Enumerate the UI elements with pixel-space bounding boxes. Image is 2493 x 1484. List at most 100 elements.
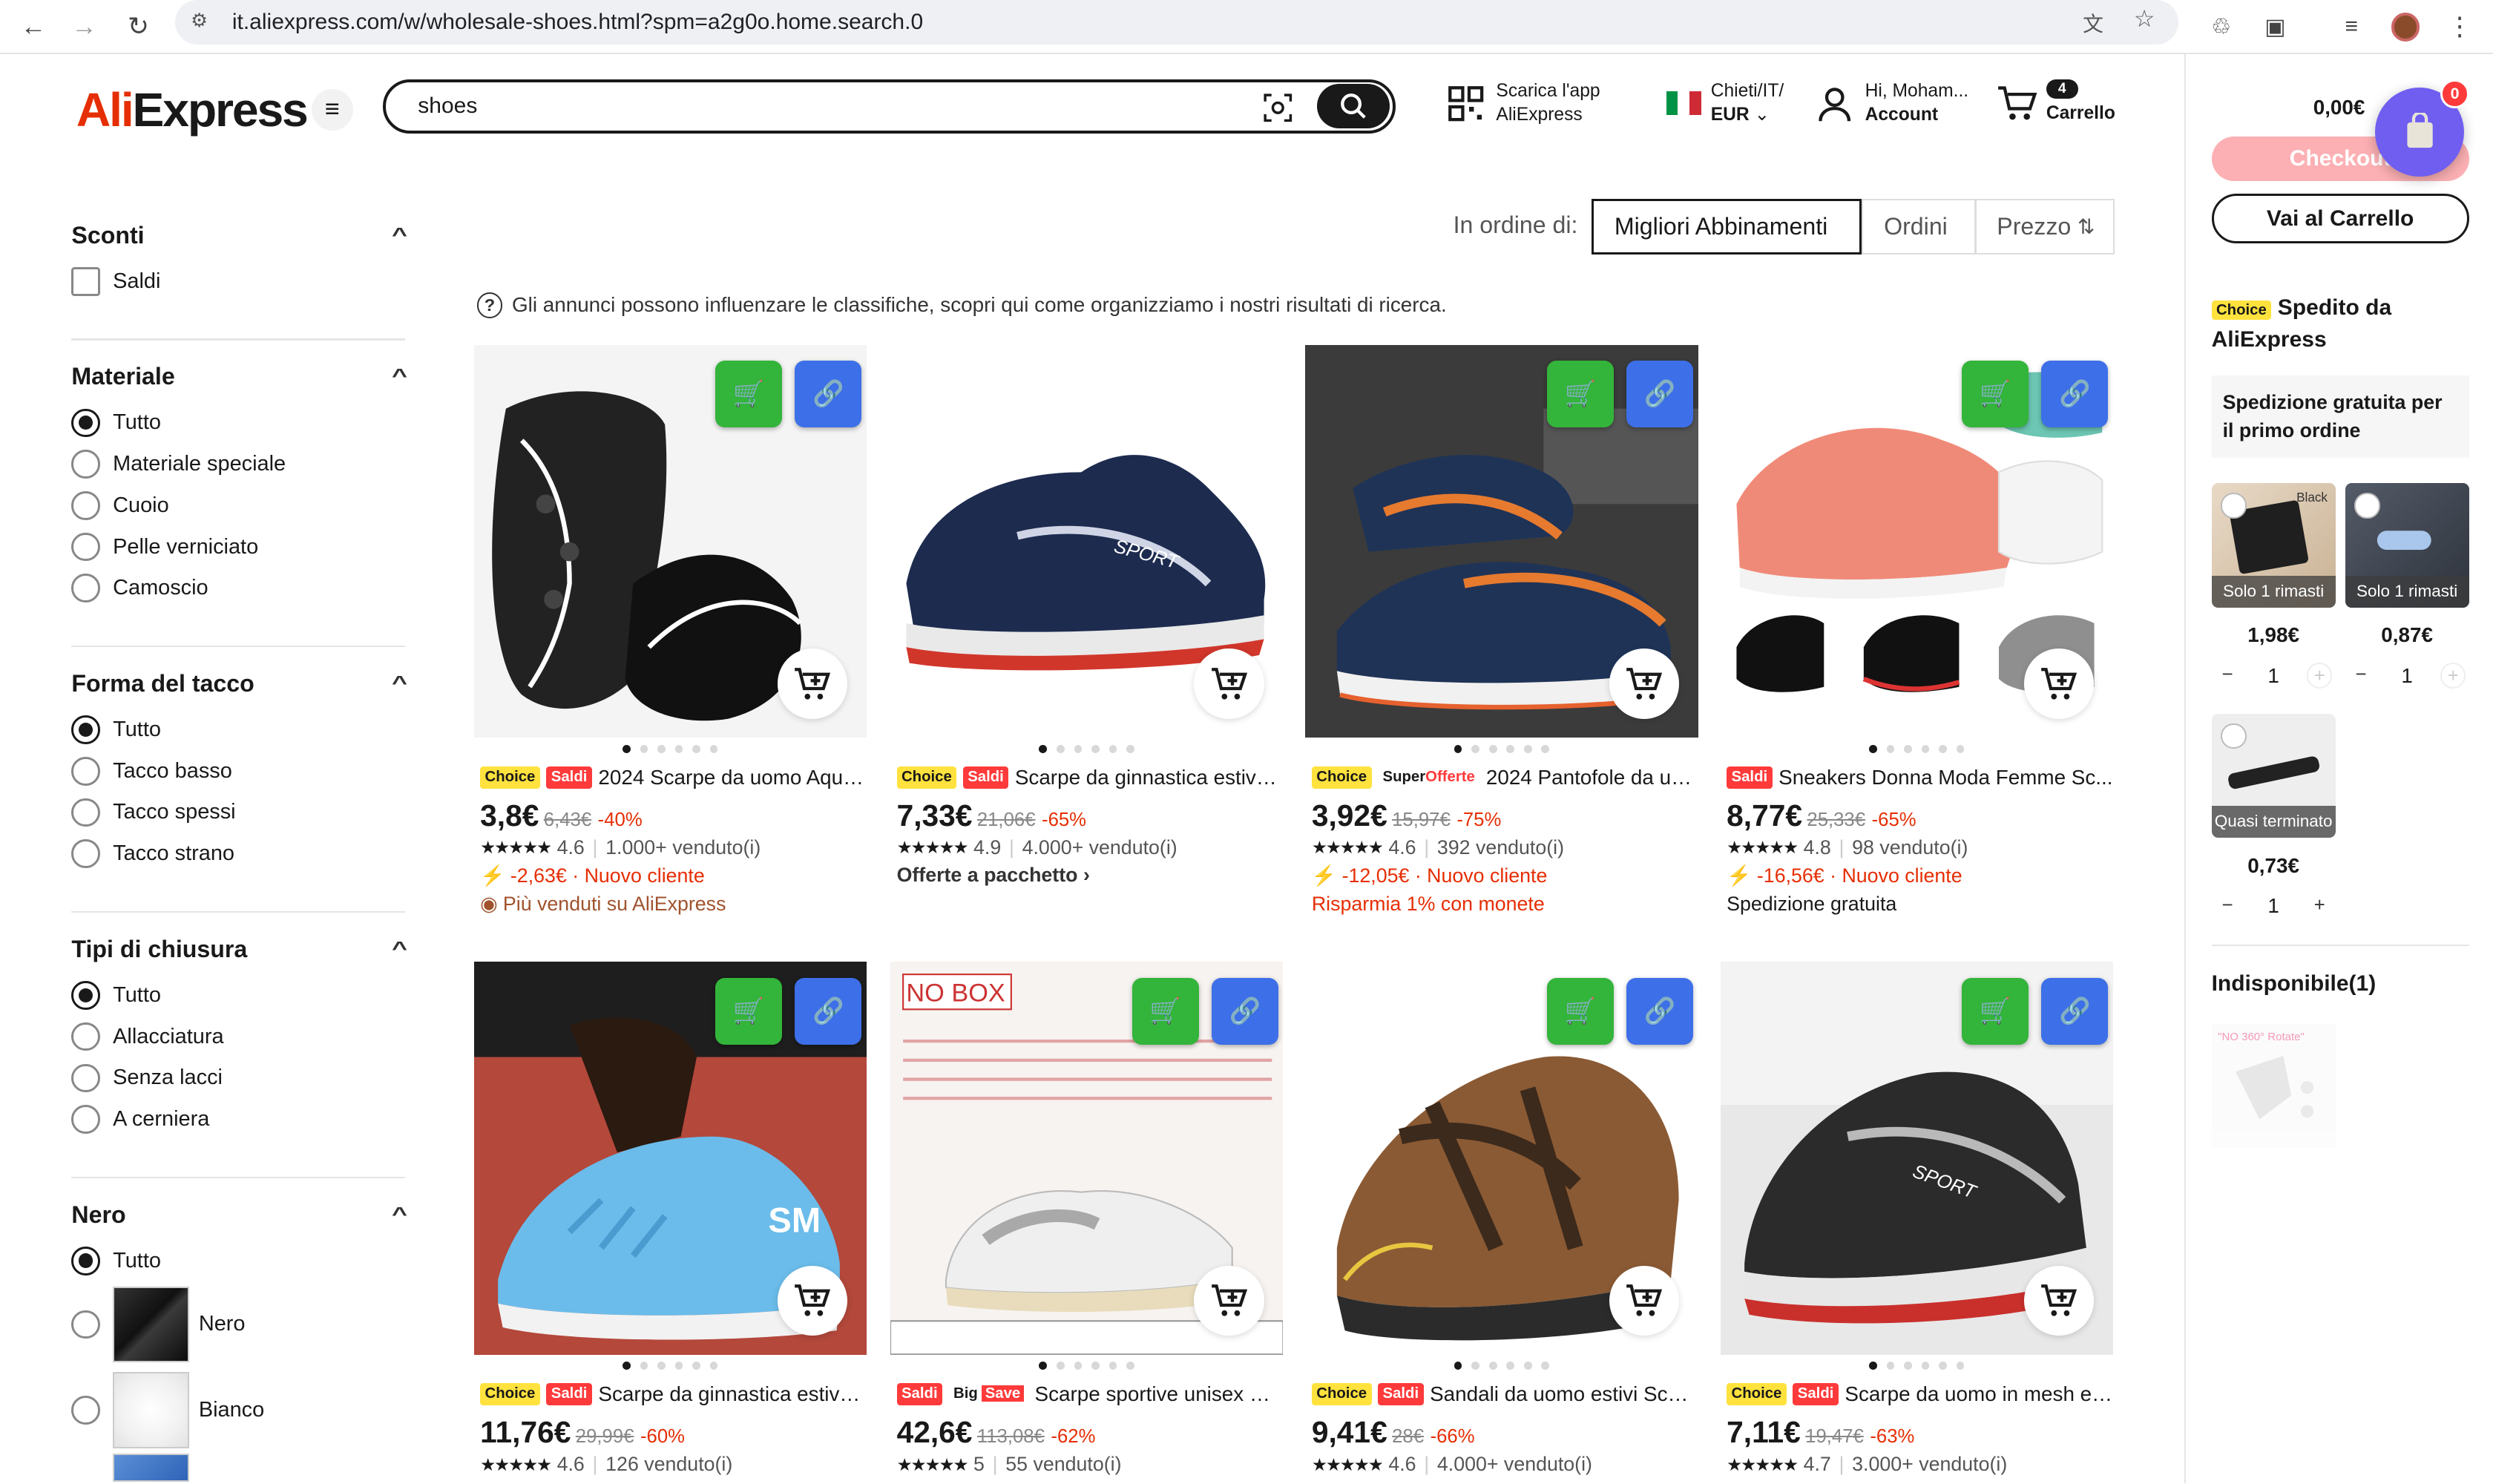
product-image[interactable]: 🛒 🔗 [1305, 962, 1698, 1355]
image-search-icon[interactable] [1264, 93, 1293, 129]
cart-item[interactable]: Black Solo 1 rimasti 1,98€ − 1 + [2211, 483, 2336, 689]
add-to-cart-extension-icon[interactable]: 🛒 [715, 977, 783, 1045]
product-card[interactable]: SPORT Choice Saldi Scarpe da ginnastica es… [890, 345, 1284, 887]
image-carousel-dots[interactable] [1305, 738, 1698, 760]
account-menu[interactable]: Hi, Moham... Account [1816, 79, 1968, 127]
add-to-cart-extension-icon[interactable]: 🛒 [715, 361, 783, 428]
color-swatch-black[interactable] [113, 1286, 189, 1363]
add-to-cart-extension-icon[interactable]: 🛒 [1546, 977, 1614, 1045]
sort-orders[interactable]: Ordini [1862, 198, 1977, 255]
radio-button[interactable] [71, 532, 100, 562]
bookmark-star-icon[interactable]: ☆ [2134, 4, 2155, 33]
search-input[interactable] [418, 93, 1213, 119]
product-card[interactable]: 🛒 🔗 Choice SuperOfferte 2024 Pantofole da … [1305, 345, 1698, 916]
add-to-cart-button[interactable] [1194, 1265, 1264, 1336]
ads-notice[interactable]: ? Gli annunci possono influenzare le clas… [476, 292, 1447, 318]
filter-title[interactable]: Forma del tacco ^ [71, 668, 407, 700]
add-to-cart-button[interactable] [2023, 1265, 2095, 1336]
color-swatch-white[interactable] [113, 1372, 189, 1449]
filter-option[interactable]: A cerniera [71, 1099, 405, 1140]
add-to-cart-extension-icon[interactable]: 🛒 [1131, 977, 1199, 1045]
product-title[interactable]: Choice Saldi Scarpe da ginnastica estive..… [474, 1380, 867, 1409]
product-title[interactable]: Saldi Sneakers Donna Moda Femme Sc... [1721, 764, 2113, 792]
filter-option[interactable]: Tutto [71, 975, 405, 1017]
sort-price[interactable]: Prezzo ⇅ [1974, 198, 2115, 255]
radio-button[interactable] [71, 408, 100, 438]
help-icon[interactable]: ? [476, 292, 503, 318]
filter-option[interactable]: Camoscio [71, 568, 405, 609]
radio-button[interactable] [71, 798, 100, 827]
product-title[interactable]: Choice Saldi Scarpe da ginnastica estive..… [890, 764, 1283, 792]
radio-button[interactable] [71, 1063, 100, 1093]
product-title[interactable]: Choice Saldi Sandali da uomo estivi Scar..… [1305, 1380, 1698, 1409]
back-icon[interactable]: ← [13, 7, 54, 48]
filter-option[interactable]: Senza lacci [71, 1057, 405, 1099]
copy-link-extension-icon[interactable]: 🔗 [1626, 361, 1694, 428]
select-item-radio[interactable] [2221, 723, 2247, 749]
category-menu-icon[interactable]: ≡ [312, 89, 353, 131]
radio-button[interactable] [71, 756, 100, 786]
radio-button[interactable] [71, 1105, 100, 1134]
radio-button[interactable] [71, 981, 100, 1010]
chevron-up-icon[interactable]: ^ [392, 1204, 407, 1226]
reload-icon[interactable]: ↻ [118, 7, 160, 48]
product-card[interactable]: NO BOX 🛒 🔗 Saldi Big Save Scarpe sportive … [890, 962, 1284, 1476]
cart-item[interactable]: Solo 1 rimasti 0,87€ − 1 + [2345, 483, 2469, 689]
product-image[interactable]: SPORT [890, 345, 1284, 738]
radio-button[interactable] [71, 715, 100, 744]
increase-button[interactable]: + [2440, 663, 2466, 689]
add-to-cart-extension-icon[interactable]: 🛒 [1962, 977, 2029, 1045]
add-to-cart-button[interactable] [777, 649, 848, 719]
product-card[interactable]: 🛒 🔗 Choice Saldi Sandali da uomo estivi Sc… [1305, 962, 1698, 1476]
copy-link-extension-icon[interactable]: 🔗 [1211, 977, 1278, 1045]
filter-option[interactable]: Allacciatura [71, 1016, 405, 1057]
filter-title[interactable]: Nero ^ [71, 1199, 407, 1231]
image-carousel-dots[interactable] [474, 738, 867, 760]
product-title[interactable]: Choice Saldi Scarpe da uomo in mesh es... [1721, 1380, 2113, 1409]
filter-option[interactable]: Tacco spessi [71, 792, 405, 833]
cart-item-image[interactable]: Quasi terminato [2211, 714, 2336, 838]
product-card[interactable]: SPORT 🛒 🔗 Choice Saldi Scarpe da uomo in m… [1720, 962, 2113, 1476]
product-image[interactable]: SPORT 🛒 🔗 [1720, 962, 2113, 1355]
filter-option-nero[interactable]: Nero [71, 1281, 405, 1368]
cart-item-image[interactable]: Black Solo 1 rimasti [2211, 483, 2336, 608]
image-carousel-dots[interactable] [1721, 1355, 2113, 1377]
product-image[interactable]: NO BOX 🛒 🔗 [890, 962, 1284, 1355]
add-to-cart-button[interactable] [1194, 649, 1264, 719]
download-app-link[interactable]: Scarica l'app AliExpress [1447, 79, 1600, 127]
select-item-radio[interactable] [2221, 493, 2247, 519]
chevron-up-icon[interactable]: ^ [392, 673, 407, 695]
filter-title[interactable]: Tipi di chiusura ^ [71, 933, 407, 965]
product-card[interactable]: 🛒 🔗 Choice Saldi 2024 Scarpe da uomo Aqua.… [473, 345, 867, 916]
filter-option[interactable]: Tutto [71, 709, 405, 751]
product-image[interactable]: 🛒 🔗 [473, 345, 867, 738]
image-carousel-dots[interactable] [474, 1355, 867, 1377]
image-carousel-dots[interactable] [890, 1355, 1283, 1377]
image-carousel-dots[interactable] [890, 738, 1283, 760]
checkbox[interactable] [71, 266, 100, 296]
filter-title[interactable]: Sconti ^ [71, 220, 407, 252]
radio-button[interactable] [71, 1022, 100, 1051]
radio-button[interactable] [71, 574, 100, 603]
image-carousel-dots[interactable] [1721, 738, 2113, 760]
add-to-cart-button[interactable] [1609, 649, 1679, 719]
site-settings-icon[interactable]: ⚙ [191, 10, 208, 32]
browser-menu-icon[interactable]: ⋮ [2439, 7, 2480, 48]
reading-list-icon[interactable]: ≡ [2331, 7, 2372, 48]
product-title[interactable]: Choice Saldi 2024 Scarpe da uomo Aqua... [474, 764, 867, 792]
add-to-cart-button[interactable] [2023, 649, 2095, 719]
url-text[interactable]: it.aliexpress.com/w/wholesale-shoes.html… [232, 10, 923, 35]
add-to-cart-extension-icon[interactable]: 🛒 [1546, 361, 1614, 428]
filter-option[interactable]: Tutto [71, 1240, 405, 1281]
copy-link-extension-icon[interactable]: 🔗 [2041, 977, 2109, 1045]
product-image[interactable]: SM 🛒 🔗 [473, 962, 867, 1355]
unavailable-item-image[interactable]: "NO 360° Rotate" [2211, 1023, 2336, 1149]
filter-option[interactable]: Materiale speciale [71, 444, 405, 485]
radio-button[interactable] [71, 1310, 100, 1339]
search-button[interactable] [1316, 84, 1390, 129]
filter-option[interactable]: Tacco basso [71, 750, 405, 792]
color-swatch-blue[interactable] [113, 1453, 189, 1483]
filter-option-saldi[interactable]: Saldi [71, 260, 405, 302]
translate-icon[interactable]: 文 [2083, 8, 2103, 38]
decrease-button[interactable]: − [2348, 663, 2374, 688]
